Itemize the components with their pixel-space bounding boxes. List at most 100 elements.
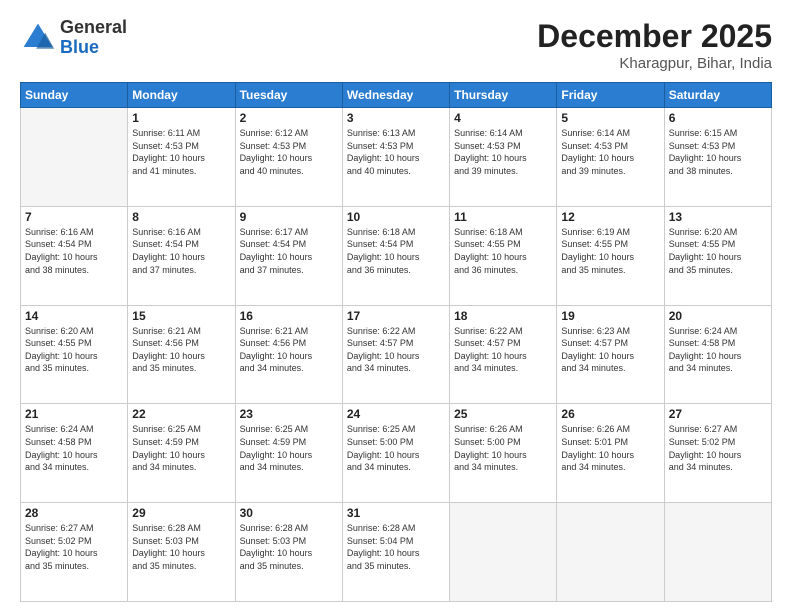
day-info: Sunrise: 6:12 AMSunset: 4:53 PMDaylight:… (240, 127, 338, 177)
day-number: 17 (347, 309, 445, 323)
day-info: Sunrise: 6:27 AMSunset: 5:02 PMDaylight:… (669, 423, 767, 473)
weekday-header-tuesday: Tuesday (235, 83, 342, 108)
day-info: Sunrise: 6:28 AMSunset: 5:04 PMDaylight:… (347, 522, 445, 572)
calendar-cell: 9 Sunrise: 6:17 AMSunset: 4:54 PMDaylight… (235, 206, 342, 305)
day-info: Sunrise: 6:25 AMSunset: 4:59 PMDaylight:… (240, 423, 338, 473)
day-info: Sunrise: 6:21 AMSunset: 4:56 PMDaylight:… (240, 325, 338, 375)
calendar-header: SundayMondayTuesdayWednesdayThursdayFrid… (21, 83, 772, 108)
calendar-week-1: 1 Sunrise: 6:11 AMSunset: 4:53 PMDaylight… (21, 108, 772, 207)
day-info: Sunrise: 6:25 AMSunset: 4:59 PMDaylight:… (132, 423, 230, 473)
day-number: 31 (347, 506, 445, 520)
calendar-cell: 8Sunrise: 6:16 AMSunset: 4:54 PMDaylight… (128, 206, 235, 305)
logo-general-text: General (60, 18, 127, 38)
calendar-cell: 23 Sunrise: 6:25 AMSunset: 4:59 PMDayligh… (235, 404, 342, 503)
day-info: Sunrise: 6:23 AMSunset: 4:57 PMDaylight:… (561, 325, 659, 375)
calendar-cell: 3 Sunrise: 6:13 AMSunset: 4:53 PMDaylight… (342, 108, 449, 207)
calendar-cell: 22 Sunrise: 6:25 AMSunset: 4:59 PMDayligh… (128, 404, 235, 503)
weekday-row: SundayMondayTuesdayWednesdayThursdayFrid… (21, 83, 772, 108)
day-number: 6 (669, 111, 767, 125)
weekday-header-friday: Friday (557, 83, 664, 108)
calendar-week-5: 28Sunrise: 6:27 AMSunset: 5:02 PMDayligh… (21, 503, 772, 602)
header: General Blue December 2025 Kharagpur, Bi… (20, 18, 772, 72)
day-number: 15 (132, 309, 230, 323)
calendar-cell: 7Sunrise: 6:16 AMSunset: 4:54 PMDaylight… (21, 206, 128, 305)
day-info: Sunrise: 6:20 AMSunset: 4:55 PMDaylight:… (25, 325, 123, 375)
day-info: Sunrise: 6:14 AMSunset: 4:53 PMDaylight:… (561, 127, 659, 177)
calendar-cell: 13Sunrise: 6:20 AMSunset: 4:55 PMDayligh… (664, 206, 771, 305)
day-number: 25 (454, 407, 552, 421)
day-info: Sunrise: 6:14 AMSunset: 4:53 PMDaylight:… (454, 127, 552, 177)
calendar-table: SundayMondayTuesdayWednesdayThursdayFrid… (20, 82, 772, 602)
day-number: 30 (240, 506, 338, 520)
day-number: 11 (454, 210, 552, 224)
calendar-cell: 12Sunrise: 6:19 AMSunset: 4:55 PMDayligh… (557, 206, 664, 305)
day-number: 9 (240, 210, 338, 224)
day-info: Sunrise: 6:11 AMSunset: 4:53 PMDaylight:… (132, 127, 230, 177)
calendar-cell: 11Sunrise: 6:18 AMSunset: 4:55 PMDayligh… (450, 206, 557, 305)
weekday-header-monday: Monday (128, 83, 235, 108)
day-number: 24 (347, 407, 445, 421)
page: General Blue December 2025 Kharagpur, Bi… (0, 0, 792, 612)
day-number: 23 (240, 407, 338, 421)
day-info: Sunrise: 6:28 AMSunset: 5:03 PMDaylight:… (240, 522, 338, 572)
calendar-cell: 2 Sunrise: 6:12 AMSunset: 4:53 PMDaylight… (235, 108, 342, 207)
day-info: Sunrise: 6:13 AMSunset: 4:53 PMDaylight:… (347, 127, 445, 177)
day-number: 1 (132, 111, 230, 125)
day-info: Sunrise: 6:26 AMSunset: 5:00 PMDaylight:… (454, 423, 552, 473)
logo: General Blue (20, 18, 127, 58)
day-number: 29 (132, 506, 230, 520)
day-info: Sunrise: 6:24 AMSunset: 4:58 PMDaylight:… (25, 423, 123, 473)
calendar-cell: 20 Sunrise: 6:24 AMSunset: 4:58 PMDayligh… (664, 305, 771, 404)
day-info: Sunrise: 6:21 AMSunset: 4:56 PMDaylight:… (132, 325, 230, 375)
calendar-cell: 24Sunrise: 6:25 AMSunset: 5:00 PMDayligh… (342, 404, 449, 503)
calendar-cell (450, 503, 557, 602)
day-number: 19 (561, 309, 659, 323)
day-number: 21 (25, 407, 123, 421)
day-number: 4 (454, 111, 552, 125)
calendar-cell (21, 108, 128, 207)
day-info: Sunrise: 6:22 AMSunset: 4:57 PMDaylight:… (454, 325, 552, 375)
calendar-body: 1 Sunrise: 6:11 AMSunset: 4:53 PMDaylight… (21, 108, 772, 602)
day-number: 3 (347, 111, 445, 125)
day-info: Sunrise: 6:16 AMSunset: 4:54 PMDaylight:… (25, 226, 123, 276)
day-number: 22 (132, 407, 230, 421)
day-number: 26 (561, 407, 659, 421)
calendar-cell: 26 Sunrise: 6:26 AMSunset: 5:01 PMDayligh… (557, 404, 664, 503)
day-number: 20 (669, 309, 767, 323)
calendar-cell: 31 Sunrise: 6:28 AMSunset: 5:04 PMDayligh… (342, 503, 449, 602)
day-number: 2 (240, 111, 338, 125)
calendar-cell: 5 Sunrise: 6:14 AMSunset: 4:53 PMDaylight… (557, 108, 664, 207)
calendar-cell (557, 503, 664, 602)
weekday-header-sunday: Sunday (21, 83, 128, 108)
calendar-cell: 15 Sunrise: 6:21 AMSunset: 4:56 PMDayligh… (128, 305, 235, 404)
day-number: 27 (669, 407, 767, 421)
day-number: 10 (347, 210, 445, 224)
day-info: Sunrise: 6:22 AMSunset: 4:57 PMDaylight:… (347, 325, 445, 375)
calendar-cell: 27 Sunrise: 6:27 AMSunset: 5:02 PMDayligh… (664, 404, 771, 503)
logo-blue-text: Blue (60, 38, 127, 58)
day-number: 12 (561, 210, 659, 224)
day-number: 18 (454, 309, 552, 323)
day-info: Sunrise: 6:17 AMSunset: 4:54 PMDaylight:… (240, 226, 338, 276)
title-block: December 2025 Kharagpur, Bihar, India (537, 18, 772, 72)
calendar-cell: 28Sunrise: 6:27 AMSunset: 5:02 PMDayligh… (21, 503, 128, 602)
day-number: 5 (561, 111, 659, 125)
day-info: Sunrise: 6:20 AMSunset: 4:55 PMDaylight:… (669, 226, 767, 276)
day-info: Sunrise: 6:26 AMSunset: 5:01 PMDaylight:… (561, 423, 659, 473)
calendar-cell: 18 Sunrise: 6:22 AMSunset: 4:57 PMDayligh… (450, 305, 557, 404)
calendar-week-3: 14 Sunrise: 6:20 AMSunset: 4:55 PMDayligh… (21, 305, 772, 404)
day-info: Sunrise: 6:27 AMSunset: 5:02 PMDaylight:… (25, 522, 123, 572)
calendar-cell: 30 Sunrise: 6:28 AMSunset: 5:03 PMDayligh… (235, 503, 342, 602)
logo-text: General Blue (60, 18, 127, 58)
calendar-cell: 17 Sunrise: 6:22 AMSunset: 4:57 PMDayligh… (342, 305, 449, 404)
calendar-cell: 21 Sunrise: 6:24 AMSunset: 4:58 PMDayligh… (21, 404, 128, 503)
calendar-cell: 19 Sunrise: 6:23 AMSunset: 4:57 PMDayligh… (557, 305, 664, 404)
calendar-cell: 1 Sunrise: 6:11 AMSunset: 4:53 PMDaylight… (128, 108, 235, 207)
day-info: Sunrise: 6:24 AMSunset: 4:58 PMDaylight:… (669, 325, 767, 375)
day-number: 8 (132, 210, 230, 224)
day-info: Sunrise: 6:28 AMSunset: 5:03 PMDaylight:… (132, 522, 230, 572)
calendar-cell: 4 Sunrise: 6:14 AMSunset: 4:53 PMDaylight… (450, 108, 557, 207)
calendar-cell (664, 503, 771, 602)
day-number: 14 (25, 309, 123, 323)
calendar-week-2: 7Sunrise: 6:16 AMSunset: 4:54 PMDaylight… (21, 206, 772, 305)
